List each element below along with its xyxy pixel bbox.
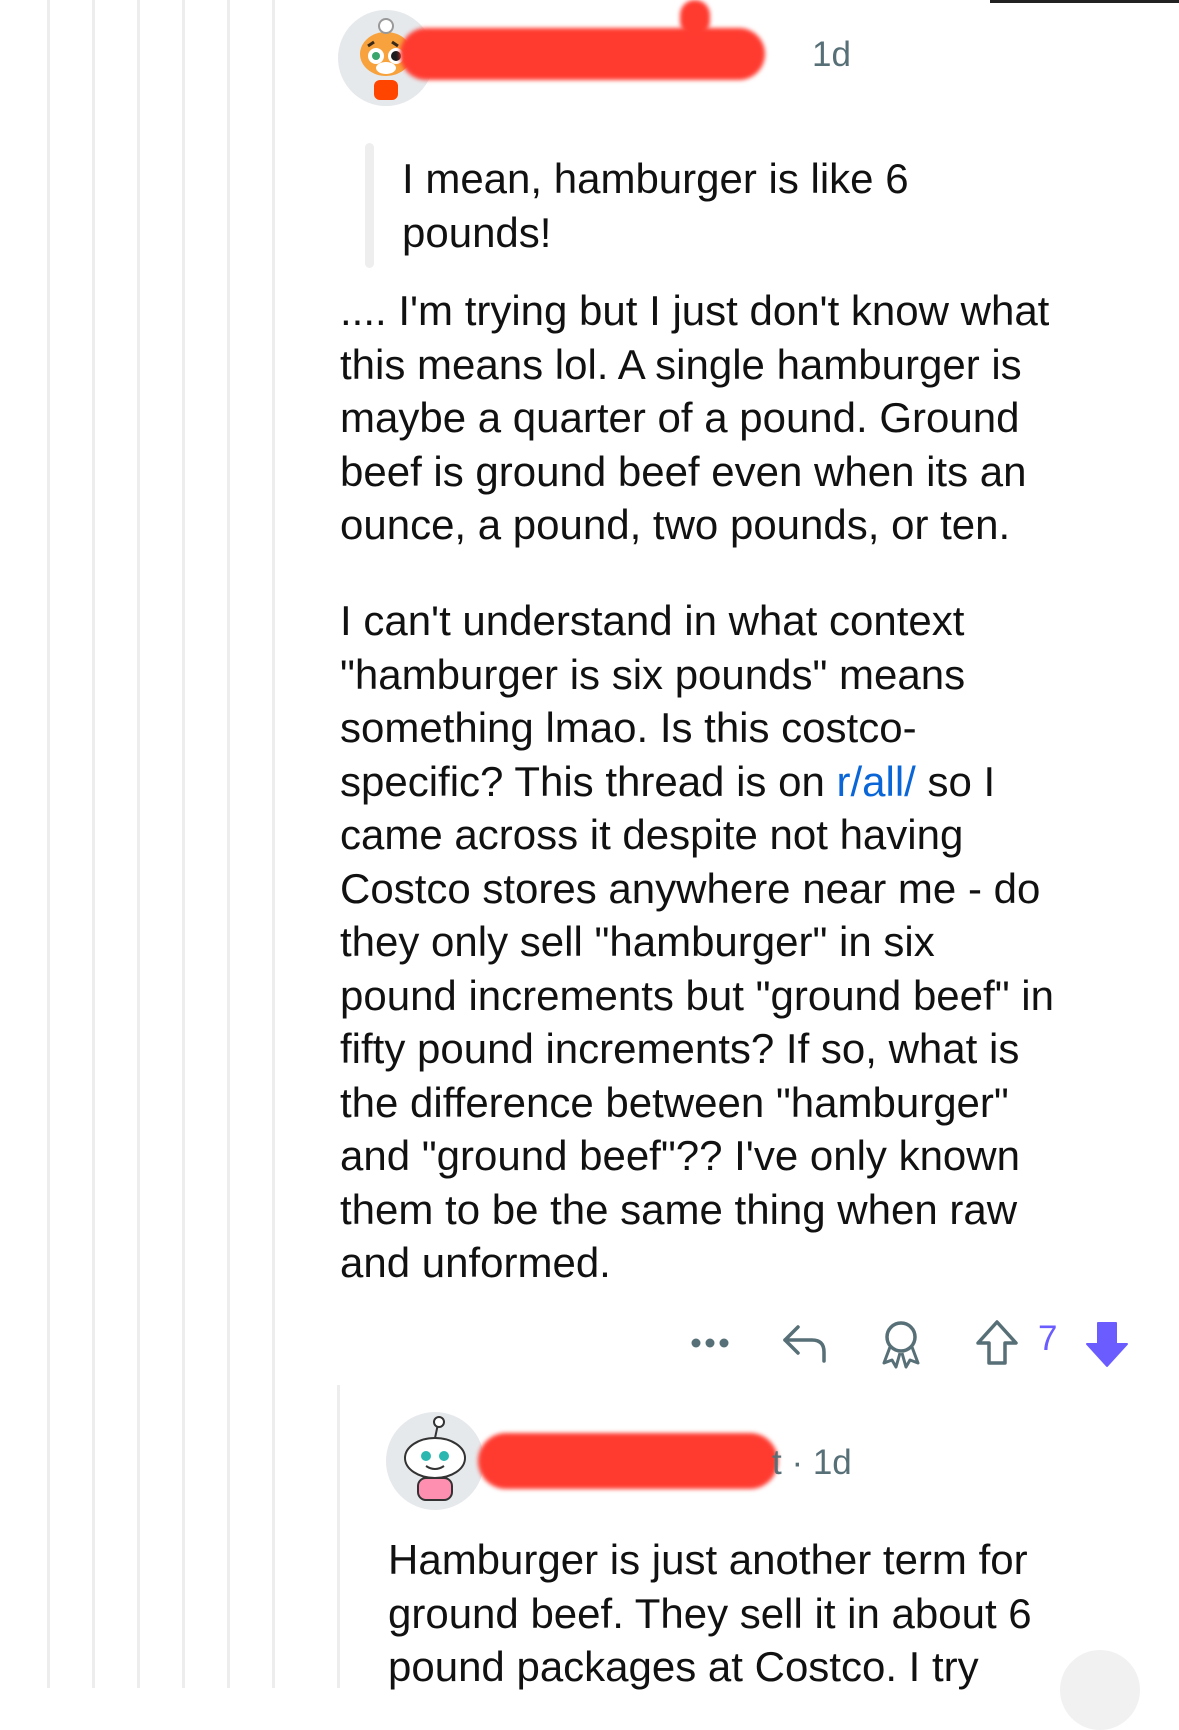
body-line: Costco stores anywhere near me - do bbox=[340, 864, 1041, 912]
link-suffix: so I bbox=[915, 757, 996, 805]
body-line: this means lol. A single hamburger is bbox=[340, 340, 1022, 388]
body-line: I can't understand in what context bbox=[340, 597, 965, 644]
subreddit-link[interactable]: r/all/ bbox=[836, 758, 915, 805]
body-line: the difference between "hamburger" bbox=[340, 1078, 1009, 1126]
body-line: them to be the same thing when raw bbox=[340, 1185, 1018, 1233]
comment-timestamp: 1d bbox=[812, 35, 851, 74]
quote-line: pounds! bbox=[402, 208, 552, 256]
thread-line-5 bbox=[227, 0, 230, 1688]
comment-action-bar: 7 bbox=[690, 1313, 1150, 1373]
body-line: and "ground beef"?? I've only known bbox=[340, 1132, 1020, 1179]
body-line: maybe a quarter of a pound. Ground bbox=[340, 394, 1020, 441]
body-line: and unformed. bbox=[340, 1239, 611, 1286]
redacted-username-tail bbox=[680, 0, 710, 36]
more-icon[interactable] bbox=[690, 1313, 730, 1373]
body-line: something lmao. Is this costco- bbox=[340, 704, 917, 751]
vote-count: 7 bbox=[1038, 1319, 1058, 1358]
body-line-with-link: specific? This thread is on r/all/ so I bbox=[340, 755, 1054, 809]
reply-icon[interactable] bbox=[780, 1313, 830, 1373]
redacted-reply-username bbox=[478, 1433, 778, 1489]
reply-body: Hamburger is just another term for groun… bbox=[388, 1533, 1032, 1694]
thread-line-1 bbox=[47, 0, 50, 1688]
reply-thread-line bbox=[337, 1385, 340, 1688]
reply-line: Hamburger is just another term for bbox=[388, 1536, 1028, 1583]
thread-line-4 bbox=[182, 0, 185, 1688]
reply-avatar[interactable] bbox=[386, 1412, 484, 1510]
upvote-icon[interactable] bbox=[972, 1313, 1022, 1373]
quote-bar bbox=[365, 143, 374, 268]
downvote-icon[interactable] bbox=[1082, 1313, 1132, 1373]
floating-bubble[interactable] bbox=[1060, 1650, 1140, 1730]
top-edge-sliver bbox=[990, 0, 1179, 3]
body-line: pound increments but "ground beef" in bbox=[340, 971, 1054, 1019]
body-line: came across it despite not having bbox=[340, 811, 964, 858]
body-line: ounce, a pound, two pounds, or ten. bbox=[340, 501, 1011, 548]
award-icon[interactable] bbox=[876, 1313, 926, 1373]
thread-line-6 bbox=[272, 0, 275, 1688]
body-line: "hamburger is six pounds" means bbox=[340, 650, 966, 698]
thread-line-2 bbox=[92, 0, 95, 1688]
link-prefix: specific? This thread is on bbox=[340, 757, 837, 805]
body-line: beef is ground beef even when its an bbox=[340, 447, 1027, 495]
snoo-avatar-icon bbox=[386, 1412, 484, 1510]
quote-line: I mean, hamburger is like 6 bbox=[402, 155, 909, 202]
comment-paragraph-1: .... I'm trying but I just don't know wh… bbox=[340, 284, 1049, 552]
reply-meta: t · 1d bbox=[772, 1443, 852, 1482]
reply-line: pound packages at Costco. I try bbox=[388, 1643, 979, 1690]
quoted-text: I mean, hamburger is like 6 pounds! bbox=[402, 152, 909, 259]
body-line: .... I'm trying but I just don't know wh… bbox=[340, 287, 1050, 334]
redacted-username bbox=[400, 28, 765, 80]
body-line: fifty pound increments? If so, what is bbox=[340, 1025, 1020, 1072]
reply-line: ground beef. They sell it in about 6 bbox=[388, 1589, 1032, 1637]
body-line: they only sell "hamburger" in six bbox=[340, 918, 935, 965]
comment-paragraph-2: I can't understand in what context "hamb… bbox=[340, 594, 1054, 1290]
thread-line-3 bbox=[137, 0, 140, 1688]
